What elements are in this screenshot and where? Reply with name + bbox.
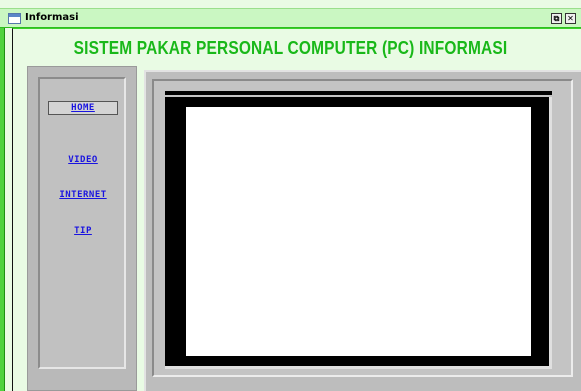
title-bar[interactable]: Informasi ⧉ ✕: [0, 8, 581, 28]
page-title: SISTEM PAKAR PERSONAL COMPUTER (PC) INFO…: [73, 38, 508, 58]
window-title: Informasi: [25, 12, 79, 23]
restore-button[interactable]: ⧉: [551, 13, 562, 24]
nav-home-link[interactable]: HOME: [48, 101, 118, 115]
close-button[interactable]: ✕: [565, 13, 576, 24]
nav-internet-link[interactable]: INTERNET: [48, 190, 118, 200]
nav-tip-link[interactable]: TIP: [48, 226, 118, 236]
window-left-border: [0, 8, 5, 391]
app-window: Informasi ⧉ ✕ SISTEM PAKAR PERSONAL COMP…: [0, 0, 581, 391]
nav-video-link[interactable]: VIDEO: [48, 155, 118, 165]
video-display[interactable]: [186, 107, 531, 356]
video-top-bar: [165, 91, 552, 95]
sidebar-menu: [38, 77, 126, 369]
window-app-icon: [8, 13, 21, 24]
